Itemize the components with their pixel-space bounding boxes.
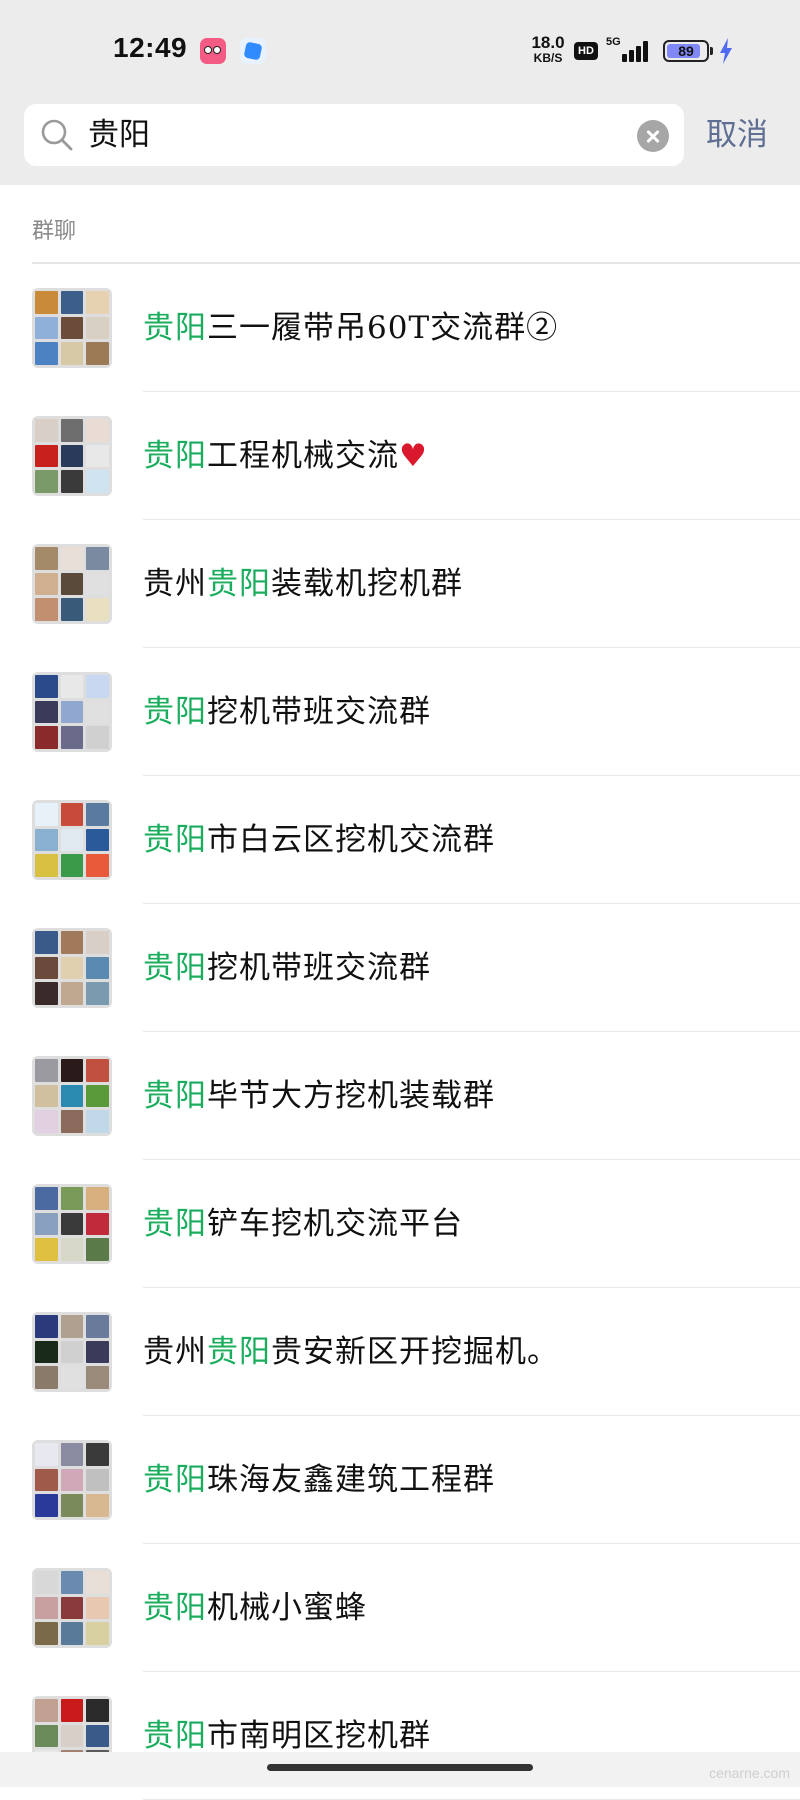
status-bar: 12:49 18.0 KB/S HD 5G 89 [0, 0, 800, 100]
group-name-suffix: 三一履带吊60T交流群② [207, 310, 559, 346]
list-item[interactable]: 贵阳三一履带吊60T交流群② [0, 264, 800, 392]
group-avatar [32, 1312, 112, 1392]
group-name-suffix: 挖机带班交流群 [207, 950, 431, 986]
hd-badge: HD [574, 42, 598, 60]
group-name-suffix: 工程机械交流 [207, 438, 399, 474]
list-item[interactable]: 贵阳铲车挖机交流平台 [0, 1160, 800, 1288]
group-avatar [32, 544, 112, 624]
status-time: 12:49 [113, 32, 188, 63]
search-bar[interactable]: 贵阳 [24, 104, 684, 166]
search-results-list: 贵阳三一履带吊60T交流群② 贵阳工程机械交流♥ 贵州贵阳装载机挖机群 贵阳挖机带班交… [0, 264, 800, 1800]
list-item[interactable]: 贵阳市白云区挖机交流群 [0, 776, 800, 904]
list-item[interactable]: 贵阳毕节大方挖机装载群 [0, 1032, 800, 1160]
search-highlight: 贵阳 [143, 1462, 207, 1498]
list-item[interactable]: 贵阳工程机械交流♥ [0, 392, 800, 520]
search-highlight: 贵阳 [143, 310, 207, 346]
search-icon [41, 119, 73, 151]
list-item[interactable]: 贵州贵阳装载机挖机群 [0, 520, 800, 648]
search-highlight: 贵阳 [143, 822, 207, 858]
search-highlight: 贵阳 [207, 1334, 271, 1370]
search-input[interactable]: 贵阳 [88, 104, 150, 166]
group-name-suffix: 珠海友鑫建筑工程群 [207, 1462, 495, 1498]
cancel-button[interactable]: 取消 [706, 112, 768, 158]
group-name: 贵阳毕节大方挖机装载群 [143, 1032, 495, 1160]
group-avatar [32, 672, 112, 752]
search-highlight: 贵阳 [143, 950, 207, 986]
search-highlight: 贵阳 [143, 694, 207, 730]
group-avatar [32, 1184, 112, 1264]
group-avatar [32, 928, 112, 1008]
search-highlight: 贵阳 [143, 438, 207, 474]
group-name-suffix: 铲车挖机交流平台 [207, 1206, 463, 1242]
group-name-suffix: 市白云区挖机交流群 [207, 822, 495, 858]
battery-cap [710, 47, 713, 55]
list-item[interactable]: 贵州贵阳贵安新区开挖掘机。 [0, 1288, 800, 1416]
app-notification-icon-2 [240, 38, 266, 64]
group-name-suffix: 贵安新区开挖掘机。 [271, 1334, 559, 1370]
watermark: cenarne.com [709, 1765, 790, 1781]
list-item[interactable]: 贵阳挖机带班交流群 [0, 648, 800, 776]
home-indicator[interactable] [267, 1764, 533, 1771]
battery-icon: 89 [663, 40, 709, 62]
signal-icon [618, 40, 652, 62]
group-avatar [32, 1056, 112, 1136]
group-name: 贵州贵阳贵安新区开挖掘机。 [143, 1288, 559, 1416]
search-highlight: 贵阳 [143, 1590, 207, 1626]
group-avatar [32, 416, 112, 496]
group-name: 贵阳珠海友鑫建筑工程群 [143, 1416, 495, 1544]
group-name-prefix: 贵州 [143, 566, 207, 602]
group-name-suffix: 挖机带班交流群 [207, 694, 431, 730]
group-name: 贵阳挖机带班交流群 [143, 904, 431, 1032]
list-item[interactable]: 贵阳机械小蜜蜂 [0, 1544, 800, 1672]
search-highlight: 贵阳 [143, 1718, 207, 1754]
group-avatar [32, 800, 112, 880]
group-name: 贵阳铲车挖机交流平台 [143, 1160, 463, 1288]
group-name: 贵阳挖机带班交流群 [143, 648, 431, 776]
list-item[interactable]: 贵阳珠海友鑫建筑工程群 [0, 1416, 800, 1544]
group-name-prefix: 贵州 [143, 1334, 207, 1370]
battery-level: 89 [678, 43, 694, 59]
group-name: 贵阳工程机械交流♥ [143, 392, 428, 520]
group-name-suffix: 装载机挖机群 [271, 566, 463, 602]
section-title-group-chats: 群聊 [32, 219, 77, 244]
group-name-suffix: 机械小蜜蜂 [207, 1590, 367, 1626]
network-speed: 18.0 KB/S [531, 33, 565, 65]
list-item[interactable]: 贵阳挖机带班交流群 [0, 904, 800, 1032]
group-avatar [32, 1568, 112, 1648]
group-name-suffix: 毕节大方挖机装载群 [207, 1078, 495, 1114]
search-highlight: 贵阳 [143, 1206, 207, 1242]
group-name: 贵阳机械小蜜蜂 [143, 1544, 367, 1672]
search-highlight: 贵阳 [207, 566, 271, 602]
group-name: 贵州贵阳装载机挖机群 [143, 520, 463, 648]
group-name: 贵阳三一履带吊60T交流群② [143, 264, 558, 392]
group-avatar [32, 288, 112, 368]
clear-search-button[interactable] [637, 120, 669, 152]
search-highlight: 贵阳 [143, 1078, 207, 1114]
heart-emoji-icon: ♥ [399, 438, 428, 474]
charging-bolt-icon [720, 38, 732, 64]
group-name: 贵阳市白云区挖机交流群 [143, 776, 495, 904]
app-notification-icon [200, 38, 226, 64]
group-name-suffix: 市南明区挖机群 [207, 1718, 431, 1754]
top-header-area: 12:49 18.0 KB/S HD 5G 89 贵阳 取消 [0, 0, 800, 185]
group-avatar [32, 1440, 112, 1520]
